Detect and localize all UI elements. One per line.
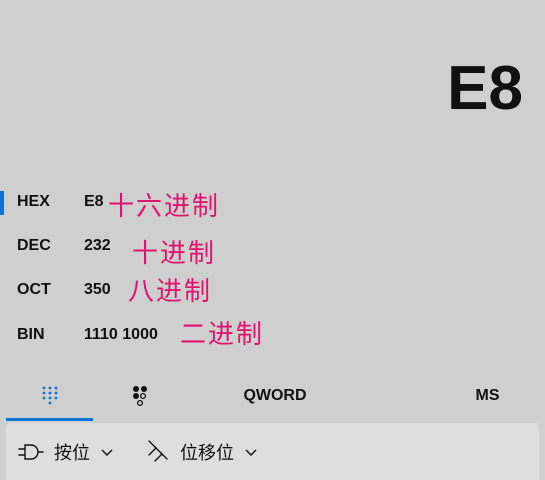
logic-gate-icon: [18, 444, 44, 460]
chevron-down-icon: [245, 449, 257, 456]
radix-list: HEX E8 十六进制 DEC 232 十进制 OCT 350 八进制 BIN …: [0, 183, 545, 363]
bitwise-label: 按位: [54, 443, 90, 463]
radix-value-oct: 350: [84, 281, 111, 298]
word-size-button[interactable]: QWORD: [210, 370, 340, 422]
radix-row-oct[interactable]: OCT 350 八进制: [0, 271, 545, 307]
annotation-oct: 八进制: [128, 277, 213, 307]
radix-row-dec[interactable]: DEC 232 十进制: [0, 227, 545, 269]
result-display: E8: [447, 54, 523, 123]
radix-value-bin: 1110 1000: [84, 326, 158, 343]
radix-label-oct: OCT: [17, 281, 51, 298]
radix-value-hex: E8: [84, 193, 104, 210]
active-mode-underline: [6, 418, 93, 421]
bitwise-toolbar: 按位 位移位: [6, 423, 539, 480]
annotation-bin: 二进制: [180, 320, 265, 350]
radix-label-bin: BIN: [17, 326, 45, 343]
bitshift-dropdown[interactable]: 位移位: [146, 435, 258, 469]
annotation-hex: 十六进制: [108, 192, 221, 222]
memory-store-button[interactable]: MS: [440, 370, 535, 422]
radix-row-hex[interactable]: HEX E8 十六进制: [0, 183, 545, 222]
bit-toggling-keypad-icon: [133, 386, 147, 407]
selected-indicator: [0, 191, 4, 215]
full-keypad-icon: [42, 386, 57, 405]
bitshift-label: 位移位: [180, 443, 234, 463]
bit-toggling-keypad-button[interactable]: [96, 370, 184, 422]
chevron-down-icon: [101, 449, 113, 456]
radix-row-bin[interactable]: BIN 1110 1000 二进制: [0, 316, 545, 352]
radix-label-dec: DEC: [17, 237, 51, 254]
full-keypad-button[interactable]: [6, 370, 93, 422]
bitwise-dropdown[interactable]: 按位: [18, 435, 114, 469]
mode-bar: QWORD MS: [0, 370, 545, 422]
bit-shift-icon: [148, 440, 168, 462]
radix-label-hex: HEX: [17, 193, 50, 210]
radix-value-dec: 232: [84, 237, 111, 254]
annotation-dec: 十进制: [132, 239, 217, 269]
